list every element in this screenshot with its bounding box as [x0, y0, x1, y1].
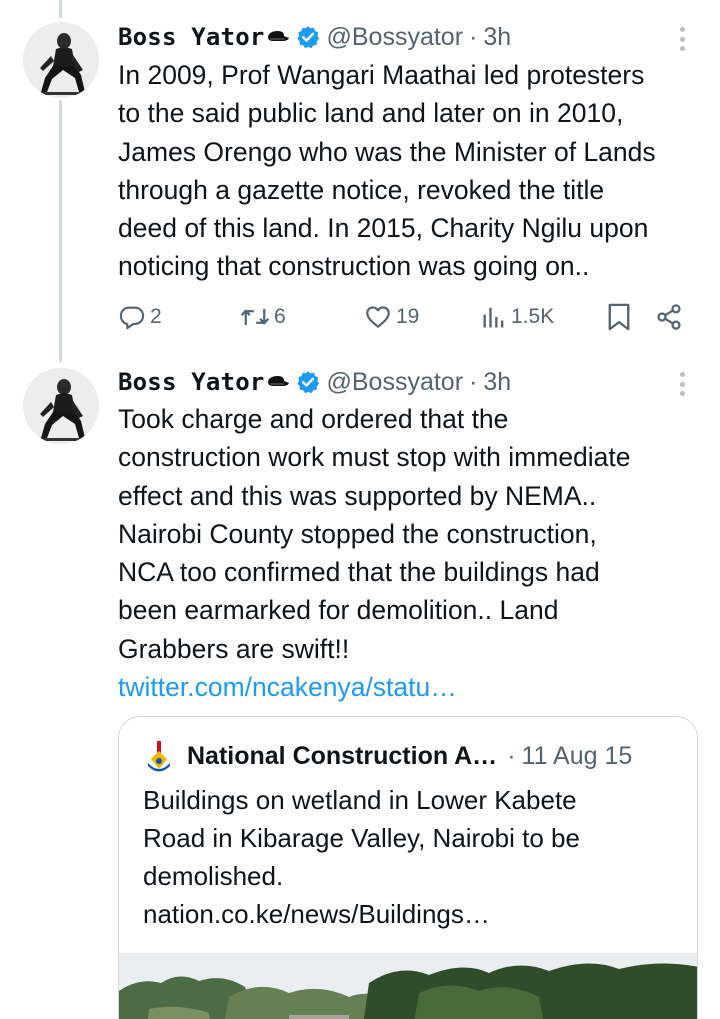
author-name[interactable]: Boss Yator	[118, 23, 265, 51]
tweet-text-line: Nairobi County stopped the construction,	[118, 518, 597, 549]
separator-dot: ·	[469, 22, 478, 51]
quoted-text-line: Buildings on wetland in Lower Kabete	[143, 785, 577, 815]
tweet-link[interactable]: twitter.com/ncakenya/statu…	[118, 668, 708, 706]
quoted-tweet-header: National Construction A… · 11 Aug 15	[143, 739, 632, 773]
tweet-text-line: NCA too confirmed that the buildings had	[118, 557, 600, 588]
separator-dot: ·	[507, 741, 516, 770]
repost-button[interactable]: 6	[240, 299, 286, 335]
author-handle[interactable]: @Bossyator	[327, 368, 464, 397]
nca-logo-icon	[148, 741, 170, 772]
tweet-text: Took charge and ordered that the constru…	[118, 400, 708, 706]
quoted-author-name[interactable]: National Construction A…	[187, 742, 497, 771]
avatar[interactable]	[23, 368, 99, 444]
bookmark-button[interactable]	[606, 299, 632, 335]
tweet-text-line: through a gazette notice, revoked the ti…	[118, 174, 605, 205]
heart-icon	[366, 306, 390, 328]
quoted-tweet-link[interactable]: nation.co.ke/news/Buildings…	[143, 895, 683, 933]
more-options-icon[interactable]	[676, 24, 688, 54]
tweet-header: Boss Yator @Bossyator · 3h	[118, 365, 511, 399]
like-count: 19	[396, 305, 420, 328]
bookmark-icon	[608, 303, 630, 331]
share-icon	[657, 304, 681, 330]
quoted-tweet-card[interactable]: National Construction A… · 11 Aug 15 Bui…	[118, 716, 698, 1019]
tweet-text-line: deed of this land. In 2015, Charity Ngil…	[118, 213, 649, 244]
reply-button[interactable]: 2	[118, 299, 162, 335]
tweet-text-line: Took charge and ordered that the	[118, 404, 509, 434]
action-bar: 2 6 19 1.5K	[118, 299, 688, 335]
repost-count: 6	[274, 305, 286, 328]
views-count: 1.5K	[511, 305, 555, 328]
author-name[interactable]: Boss Yator	[118, 368, 265, 396]
repost-icon	[240, 308, 270, 326]
like-button[interactable]: 19	[364, 299, 419, 335]
hat-emoji-icon	[267, 376, 289, 386]
tweet-text-line: Grabbers are swift!!	[118, 633, 350, 664]
tweet-1[interactable]: Boss Yator @Bossyator · 3h In 2009, Prof…	[0, 0, 720, 360]
avatar[interactable]	[23, 22, 99, 98]
tweet-header: Boss Yator @Bossyator · 3h	[118, 20, 511, 54]
share-button[interactable]	[655, 299, 683, 335]
quoted-tweet-text: Buildings on wetland in Lower Kabete Roa…	[143, 781, 683, 933]
tweet-text-line: to the said public land and later on in …	[118, 98, 624, 129]
tweet-time[interactable]: 3h	[483, 368, 511, 397]
tweet-text-line: James Orengo who was the Minister of Lan…	[118, 136, 656, 167]
views-icon	[483, 307, 504, 328]
tweet-text-line: noticing that construction was going on.…	[118, 251, 590, 282]
tweet-text-line: been earmarked for demolition.. Land	[118, 595, 559, 626]
tweet-text-line: construction work must stop with immedia…	[118, 442, 631, 473]
author-handle[interactable]: @Bossyator	[327, 23, 464, 52]
quoted-text-line: Road in Kibarage Valley, Nairobi to be	[143, 823, 580, 853]
more-options-icon[interactable]	[676, 369, 688, 399]
views-button[interactable]: 1.5K	[481, 299, 554, 335]
tweet-time[interactable]: 3h	[483, 23, 511, 52]
quoted-tweet-image[interactable]	[119, 953, 698, 1019]
verified-badge-icon	[296, 371, 319, 394]
separator-dot: ·	[469, 367, 478, 396]
hat-emoji-icon	[267, 31, 289, 41]
quoted-text-line: demolished.	[143, 861, 284, 891]
reply-count: 2	[150, 305, 162, 328]
tweet-text-line: In 2009, Prof Wangari Maathai led protes…	[118, 60, 645, 90]
tweet-text: In 2009, Prof Wangari Maathai led protes…	[118, 56, 708, 286]
quoted-tweet-date: 11 Aug 15	[521, 741, 633, 770]
reply-icon	[119, 306, 145, 330]
verified-badge-icon	[296, 26, 319, 49]
tweet-text-line: effect and this was supported by NEMA..	[118, 480, 597, 511]
